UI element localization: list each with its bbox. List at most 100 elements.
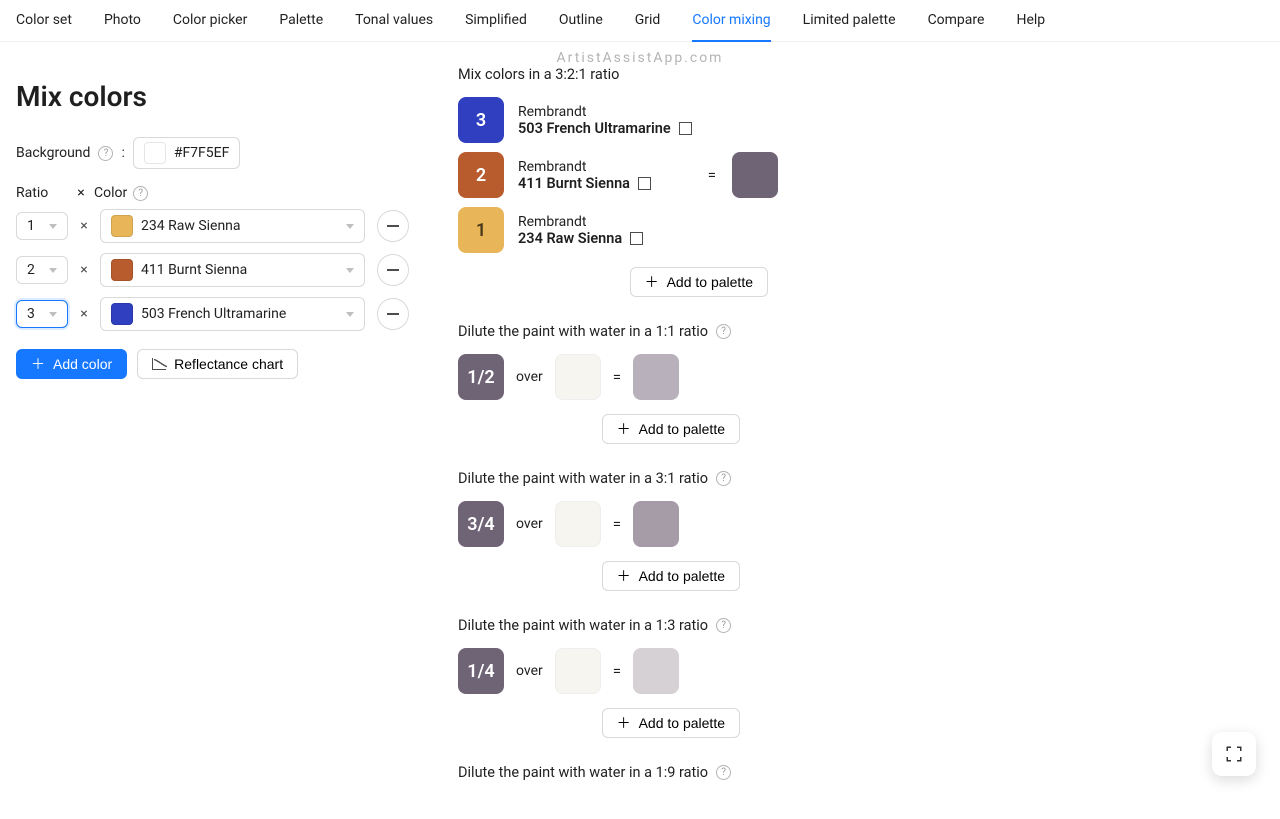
minus-icon xyxy=(387,313,399,315)
mix-title: Mix colors in a 3:2:1 ratio xyxy=(458,66,1264,83)
chevron-down-icon xyxy=(49,224,57,229)
help-icon[interactable]: ? xyxy=(716,618,731,633)
color-name: 503 French Ultramarine xyxy=(141,306,286,322)
color-row: 1 × 234 Raw Sienna xyxy=(16,209,426,243)
fullscreen-button[interactable] xyxy=(1212,732,1256,776)
chart-icon xyxy=(152,358,166,370)
dilution-result-swatch xyxy=(633,354,679,400)
color-name: 234 Raw Sienna xyxy=(141,218,241,234)
add-to-palette-label: Add to palette xyxy=(667,274,753,290)
remove-color-button[interactable] xyxy=(377,298,409,330)
tab-compare[interactable]: Compare xyxy=(928,0,985,41)
tab-photo[interactable]: Photo xyxy=(104,0,141,41)
add-to-palette-label: Add to palette xyxy=(639,715,725,731)
ratio-badge: 2 xyxy=(458,152,504,198)
color-select[interactable]: 234 Raw Sienna xyxy=(100,209,365,243)
background-swatch xyxy=(144,142,166,164)
over-swatch xyxy=(555,648,601,694)
tab-color-mixing[interactable]: Color mixing xyxy=(692,0,770,42)
expand-icon xyxy=(1225,745,1243,763)
over-swatch xyxy=(555,354,601,400)
over-label: over xyxy=(516,516,543,532)
tab-grid[interactable]: Grid xyxy=(635,0,661,41)
color-select[interactable]: 503 French Ultramarine xyxy=(100,297,365,331)
plus-icon: ＋ xyxy=(617,716,631,730)
equals-sign: = xyxy=(613,662,621,680)
crop-icon[interactable] xyxy=(679,122,692,135)
dilution-badge: 3/4 xyxy=(458,501,504,547)
tab-outline[interactable]: Outline xyxy=(559,0,603,41)
color-name: 411 Burnt Sienna xyxy=(141,262,247,278)
color-row: 3 × 503 French Ultramarine xyxy=(16,297,426,331)
over-label: over xyxy=(516,369,543,385)
add-to-palette-button[interactable]: ＋ Add to palette xyxy=(630,267,768,297)
header-times: × xyxy=(68,185,94,201)
tab-tonal-values[interactable]: Tonal values xyxy=(355,0,433,41)
brand-label: Rembrandt xyxy=(518,214,643,230)
background-label: Background xyxy=(16,145,90,161)
mix-component: 3 Rembrandt 503 French Ultramarine xyxy=(458,97,692,143)
dilution-title: Dilute the paint with water in a 3:1 rat… xyxy=(458,470,708,487)
ratio-badge: 3 xyxy=(458,97,504,143)
crop-icon[interactable] xyxy=(638,177,651,190)
paint-name: 503 French Ultramarine xyxy=(518,120,671,137)
tab-help[interactable]: Help xyxy=(1016,0,1045,41)
tab-limited-palette[interactable]: Limited palette xyxy=(803,0,896,41)
mix-result-swatch xyxy=(732,152,778,198)
dilution-badge: 1/2 xyxy=(458,354,504,400)
dilution-title: Dilute the paint with water in a 1:3 rat… xyxy=(458,617,708,634)
dilution-result-swatch xyxy=(633,501,679,547)
plus-icon: ＋ xyxy=(31,357,45,371)
watermark: ArtistAssistApp.com xyxy=(0,42,1280,66)
ratio-value: 3 xyxy=(27,306,35,322)
chevron-down-icon xyxy=(346,268,354,273)
background-hex: #F7F5EF xyxy=(174,145,230,161)
add-to-palette-button[interactable]: ＋ Add to palette xyxy=(602,708,740,738)
color-select[interactable]: 411 Burnt Sienna xyxy=(100,253,365,287)
equals-sign: = xyxy=(613,515,621,533)
dilution-badge: 1/4 xyxy=(458,648,504,694)
help-icon[interactable]: ? xyxy=(716,324,731,339)
help-icon[interactable]: ? xyxy=(133,186,148,201)
add-to-palette-button[interactable]: ＋ Add to palette xyxy=(602,561,740,591)
minus-icon xyxy=(387,269,399,271)
ratio-badge: 1 xyxy=(458,207,504,253)
tab-color-set[interactable]: Color set xyxy=(16,0,72,41)
brand-label: Rembrandt xyxy=(518,104,692,120)
ratio-select[interactable]: 2 xyxy=(16,256,68,284)
crop-icon[interactable] xyxy=(630,232,643,245)
remove-color-button[interactable] xyxy=(377,210,409,242)
plus-icon: ＋ xyxy=(645,275,659,289)
minus-icon xyxy=(387,225,399,227)
reflectance-label: Reflectance chart xyxy=(174,356,283,372)
over-swatch xyxy=(555,501,601,547)
help-icon[interactable]: ? xyxy=(716,471,731,486)
header-ratio: Ratio xyxy=(16,185,68,201)
ratio-select[interactable]: 3 xyxy=(16,300,68,328)
background-input[interactable]: #F7F5EF xyxy=(133,137,241,169)
paint-name: 411 Burnt Sienna xyxy=(518,175,630,192)
dilution-title: Dilute the paint with water in a 1:1 rat… xyxy=(458,323,708,340)
add-color-button[interactable]: ＋ Add color xyxy=(16,349,127,379)
equals-sign: = xyxy=(708,166,716,184)
dilution-result-swatch xyxy=(633,648,679,694)
ratio-select[interactable]: 1 xyxy=(16,212,68,240)
color-swatch xyxy=(111,259,133,281)
tab-color-picker[interactable]: Color picker xyxy=(173,0,247,41)
help-icon[interactable]: ? xyxy=(716,765,731,780)
plus-icon: ＋ xyxy=(617,569,631,583)
help-icon[interactable]: ? xyxy=(98,146,113,161)
reflectance-chart-button[interactable]: Reflectance chart xyxy=(137,349,298,379)
tab-simplified[interactable]: Simplified xyxy=(465,0,527,41)
page-title: Mix colors xyxy=(16,80,426,113)
paint-name: 234 Raw Sienna xyxy=(518,230,622,247)
add-to-palette-button[interactable]: ＋ Add to palette xyxy=(602,414,740,444)
tab-palette[interactable]: Palette xyxy=(279,0,323,41)
brand-label: Rembrandt xyxy=(518,159,651,175)
chevron-down-icon xyxy=(49,268,57,273)
add-to-palette-label: Add to palette xyxy=(639,421,725,437)
tab-bar: Color set Photo Color picker Palette Ton… xyxy=(0,0,1280,42)
remove-color-button[interactable] xyxy=(377,254,409,286)
chevron-down-icon xyxy=(49,312,57,317)
add-color-label: Add color xyxy=(53,356,112,372)
